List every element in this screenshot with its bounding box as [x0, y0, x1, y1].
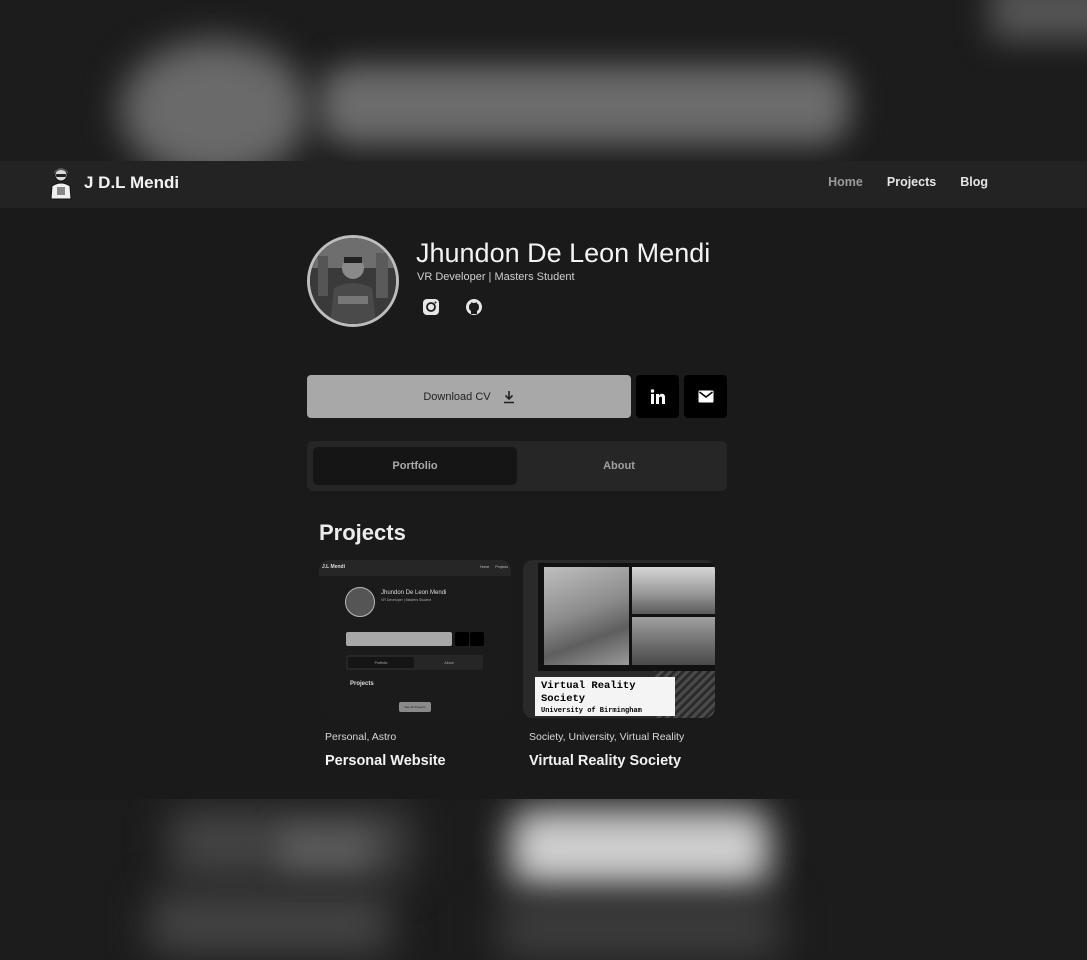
profile-photo [310, 238, 396, 324]
linkedin-button[interactable] [636, 375, 679, 418]
thumb-label-line3: University of Birmingham [541, 707, 642, 715]
blurred-background-bottom [0, 799, 1087, 960]
thumb-avatar [345, 587, 375, 617]
thumb-email-button [470, 632, 484, 646]
project-title[interactable]: Virtual Reality Society [529, 753, 681, 769]
project-tags: Personal, Astro [325, 731, 397, 743]
thumb-tab-portfolio: Portfolio [348, 657, 414, 668]
profile-name: Jhundon De Leon Mendi [416, 238, 711, 268]
brand[interactable]: J D.L Mendi [48, 166, 179, 200]
thumb-nav-home: Home [480, 565, 490, 569]
nav-projects[interactable]: Projects [887, 175, 936, 189]
linkedin-icon [650, 388, 665, 404]
mail-icon [698, 390, 713, 403]
thumb-label-line1: Virtual Reality [541, 680, 636, 692]
thumb-projects-heading: Projects [350, 681, 374, 687]
download-icon [503, 390, 514, 403]
thumb-brand: J.L Mendi [322, 564, 345, 570]
thumb-label: Virtual Reality Society University of Bi… [535, 677, 675, 716]
github-icon[interactable] [464, 297, 484, 317]
project-title[interactable]: Personal Website [325, 753, 446, 769]
nav-blog[interactable]: Blog [960, 175, 988, 189]
projects-heading: Projects [319, 520, 406, 545]
tab-about[interactable]: About [517, 447, 721, 485]
nav-home[interactable]: Home [828, 175, 863, 189]
project-thumbnail: Virtual Reality Society University of Bi… [523, 560, 715, 718]
brand-name: J D.L Mendi [84, 173, 180, 192]
thumb-linkedin-button [455, 632, 469, 646]
tab-portfolio[interactable]: Portfolio [313, 447, 517, 485]
navbar: J D.L Mendi Home Projects Blog [0, 161, 1087, 208]
project-card-vr-society[interactable]: Virtual Reality Society University of Bi… [523, 560, 715, 769]
project-card-personal-website[interactable]: J.L Mendi Home Projects Jhundon De Leon … [319, 560, 511, 769]
nav-links: Home Projects Blog [828, 175, 988, 189]
thumb-tabs: Portfolio About [346, 655, 483, 670]
thumb-subtitle: VR Developer | Masters Student [381, 598, 432, 602]
thumb-see-all-button: See All Projects [399, 702, 431, 712]
blurred-background-top [0, 0, 1087, 161]
download-cv-button[interactable]: Download CV [307, 375, 631, 418]
instagram-icon[interactable] [421, 297, 441, 317]
profile-subtitle: VR Developer | Masters Student [417, 271, 575, 283]
thumb-label-line2: Society [541, 693, 586, 705]
thumb-cv-button [346, 632, 452, 646]
project-thumbnail: J.L Mendi Home Projects Jhundon De Leon … [319, 560, 511, 718]
thumb-tab-about: About [444, 660, 454, 665]
email-button[interactable] [684, 375, 727, 418]
thumb-nav-projects: Projects [495, 565, 508, 569]
thumb-photo-1 [544, 567, 629, 665]
tab-bar: Portfolio About [307, 441, 727, 491]
thumb-nav: Home Projects [480, 565, 508, 569]
thumb-photo-3 [632, 617, 715, 665]
project-tags: Society, University, Virtual Reality [529, 731, 685, 743]
profile-avatar [307, 235, 399, 327]
thumb-name: Jhundon De Leon Mendi [381, 590, 447, 596]
cartoon-avatar-icon [50, 168, 72, 200]
download-cv-label: Download CV [423, 390, 491, 403]
thumb-photo-2 [632, 567, 715, 614]
